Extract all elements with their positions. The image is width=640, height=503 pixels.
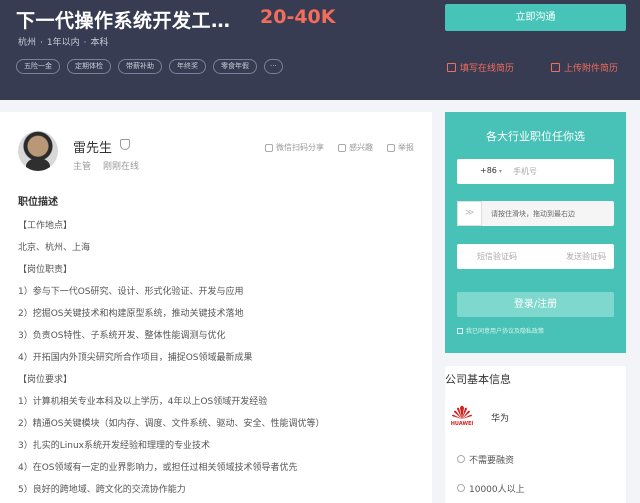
more-tags-button[interactable]: ···: [264, 59, 283, 74]
interest-label: 感兴趣: [349, 143, 373, 152]
benefit-tag: 年终奖: [169, 59, 206, 74]
edit-icon: [447, 63, 456, 72]
report-label: 举报: [398, 143, 414, 152]
job-description: 【工作地点】 北京、杭州、上海 【岗位职责】 1）参与下一代OS研究、设计、形式…: [18, 219, 418, 503]
recruiter-title: 主管: [73, 162, 92, 172]
benefit-tag: 定期体检: [67, 59, 111, 74]
online-status: 刚刚在线: [103, 162, 140, 172]
phone-field[interactable]: +86 手机号: [457, 159, 614, 184]
avatar: [18, 131, 58, 171]
benefit-tags: 五险一金 定期体检 带薪补助 年终奖 零食年假 ···: [16, 59, 283, 74]
benefit-tag: 零食年假: [213, 59, 257, 74]
description-line: 【工作地点】: [18, 221, 73, 231]
description-line: 3）负责OS特性、子系统开发、整体性能调测与优化: [18, 331, 226, 341]
country-code-select[interactable]: +86: [480, 166, 502, 175]
description-line: 2）挖掘OS关键技术和构建原型系统，推动关键技术落地: [18, 309, 244, 319]
company-logo[interactable]: HUAWEI: [447, 405, 477, 427]
description-line: 2）精通OS关键模块（如内存、调度、文件系统、驱动、安全、性能调优等）: [18, 419, 325, 429]
company-size: 10000人以上: [457, 482, 525, 495]
slider-handle[interactable]: ≫: [457, 201, 482, 226]
recruiter-info: 主管 刚刚在线: [73, 159, 139, 172]
job-meta: 杭州 · 1年以内 · 本科: [18, 35, 109, 48]
job-education: 本科: [90, 38, 109, 48]
job-title: 下一代操作系统开发工…: [16, 10, 231, 32]
description-line: 4）开拓国内外顶尖研究所合作项目，捕捉OS领域最新成果: [18, 353, 253, 363]
sms-code-field[interactable]: 短信验证码 发送验证码: [457, 244, 614, 269]
recruiter-name: 雷先生: [73, 141, 113, 156]
description-line: 1）参与下一代OS研究、设计、形式化验证、开发与应用: [18, 287, 244, 297]
description-line: 3）扎实的Linux系统开发经验和理理的专业技术: [18, 441, 210, 451]
fill-resume-label: 填写在线简历: [460, 64, 515, 74]
warning-icon: [387, 143, 395, 152]
huawei-logo-icon: [452, 405, 472, 419]
salary: 20-40K: [260, 6, 336, 28]
description-line: 1）计算机相关专业本科及以上学历，4年以上OS领域开发经验: [18, 397, 268, 407]
upload-icon: [551, 63, 560, 72]
job-experience: 1年以内: [46, 38, 80, 48]
benefit-tag: 五险一金: [16, 59, 60, 74]
company-info-title: 公司基本信息: [445, 373, 511, 386]
funding-icon: [457, 455, 465, 463]
description-line: 北京、杭州、上海: [18, 243, 91, 253]
agreement[interactable]: 我已同意用户协议及隐私政策: [457, 326, 614, 335]
job-city: 杭州: [18, 38, 37, 48]
meta-separator: ·: [83, 38, 87, 48]
login-panel: 各大行业职位任你选 +86 手机号 ≫ 请按住滑块，拖动到最右边 短信验证码 发…: [445, 112, 626, 353]
meta-separator: ·: [40, 38, 43, 48]
job-actions: 微信扫码分享 感兴趣 举报: [265, 142, 414, 153]
job-detail-card: 雷先生 主管 刚刚在线 微信扫码分享 感兴趣 举报 职位描述 【工作地点】 北京、…: [0, 112, 432, 503]
description-line: 【岗位要求】: [18, 375, 73, 385]
company-logo-text: HUAWEI: [450, 421, 474, 427]
login-title: 各大行业职位任你选: [486, 130, 585, 143]
upload-resume-label: 上传附件简历: [564, 64, 619, 74]
send-code-button[interactable]: 发送验证码: [566, 251, 606, 262]
phone-input[interactable]: 手机号: [513, 166, 537, 177]
funding-stage: 不需要融资: [457, 453, 515, 466]
people-icon: [457, 484, 465, 492]
agree-checkbox[interactable]: [457, 327, 463, 334]
company-info: 公司基本信息 HUAWEI 华为 不需要融资 10000人以上: [445, 366, 626, 503]
verified-shield-icon: [120, 139, 130, 150]
description-line: 4）在OS领域有一定的业界影响力，或担任过相关领域技术领导者优先: [18, 463, 298, 473]
share-label: 微信扫码分享: [276, 143, 324, 152]
company-name[interactable]: 华为: [491, 411, 509, 424]
fill-resume-link[interactable]: 填写在线简历: [447, 61, 514, 74]
upload-resume-link[interactable]: 上传附件简历: [551, 61, 618, 74]
slider-hint: 请按住滑块，拖动到最右边: [491, 210, 575, 218]
funding-text: 不需要融资: [469, 456, 515, 466]
size-text: 10000人以上: [469, 485, 525, 495]
interest-button[interactable]: 感兴趣: [338, 142, 373, 153]
job-header: 下一代操作系统开发工… 20-40K 杭州 · 1年以内 · 本科 五险一金 定期体检 …: [0, 0, 640, 100]
chat-now-button[interactable]: 立即沟通: [445, 4, 626, 31]
description-line: 【岗位职责】: [18, 265, 73, 275]
share-icon: [265, 143, 273, 152]
agreement-text: 我已同意用户协议及隐私政策: [466, 328, 545, 335]
section-title: 职位描述: [18, 197, 58, 208]
star-icon: [338, 143, 346, 152]
benefit-tag: 带薪补助: [118, 59, 162, 74]
share-button[interactable]: 微信扫码分享: [265, 142, 324, 153]
sms-code-input[interactable]: 短信验证码: [477, 251, 517, 262]
report-button[interactable]: 举报: [387, 142, 414, 153]
slider-captcha[interactable]: ≫ 请按住滑块，拖动到最右边: [457, 201, 614, 226]
description-line: 5）良好的跨地域、跨文化的交流协作能力: [18, 485, 186, 495]
login-register-button[interactable]: 登录/注册: [457, 292, 614, 317]
